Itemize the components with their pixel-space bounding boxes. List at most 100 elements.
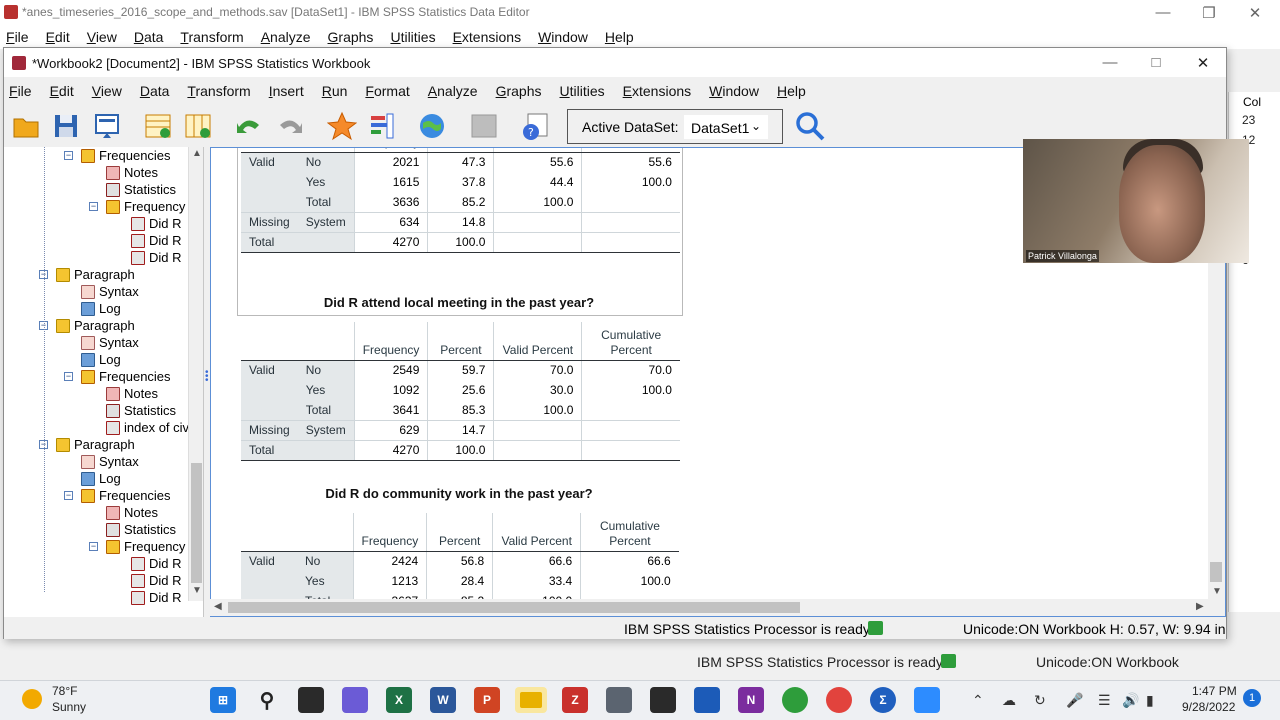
outline-item-did-r[interactable]: Did R xyxy=(131,555,182,572)
outline-item-notes[interactable]: Notes xyxy=(106,164,158,181)
front-menu-file[interactable]: File xyxy=(9,83,32,99)
back-menu-utilities[interactable]: Utilities xyxy=(390,29,435,45)
table-row[interactable]: Total 4270 100.0 xyxy=(241,439,680,461)
variables-icon[interactable] xyxy=(182,110,214,142)
front-menu-extensions[interactable]: Extensions xyxy=(623,83,692,99)
back-menu-transform[interactable]: Transform xyxy=(180,29,243,45)
blank-icon[interactable] xyxy=(468,110,500,142)
sticky-notes-icon[interactable] xyxy=(650,687,676,713)
whiteboard-icon[interactable] xyxy=(694,687,720,713)
weather-description[interactable]: Sunny xyxy=(52,700,86,714)
outline-item-syntax[interactable]: Syntax xyxy=(81,283,139,300)
outline-item-log[interactable]: Log xyxy=(81,470,121,487)
table-row[interactable]: Yes 1092 25.6 30.0 100.0 xyxy=(241,380,680,400)
table-row[interactable]: Valid No 2549 59.7 70.0 70.0 xyxy=(241,360,680,380)
outline-item-paragraph[interactable]: Paragraph xyxy=(56,436,135,453)
clock-date[interactable]: 9/28/2022 xyxy=(1182,700,1235,714)
back-menu-window[interactable]: Window xyxy=(538,29,588,45)
powerpoint-icon[interactable]: P xyxy=(474,687,500,713)
outline-item-syntax[interactable]: Syntax xyxy=(81,453,139,470)
back-menu-analyze[interactable]: Analyze xyxy=(261,29,311,45)
outline-item-did-r[interactable]: Did R xyxy=(131,589,182,606)
chrome-profile-icon[interactable] xyxy=(826,687,852,713)
table-row[interactable]: Yes 1213 28.4 33.4 100.0 xyxy=(241,571,679,591)
front-menu-edit[interactable]: Edit xyxy=(50,83,74,99)
save-icon[interactable] xyxy=(50,110,82,142)
outline-item-index-of-civ[interactable]: index of civ xyxy=(106,419,189,436)
chart-builder-icon[interactable] xyxy=(366,110,398,142)
front-menu-help[interactable]: Help xyxy=(777,83,806,99)
outline-item-statistics[interactable]: Statistics xyxy=(106,521,176,538)
table-row[interactable]: Missing System 629 14.7 xyxy=(241,419,680,440)
front-menu-transform[interactable]: Transform xyxy=(187,83,250,99)
frequency-table[interactable]: Frequency Percent Valid Percent Cumulative P… xyxy=(241,513,679,611)
collapse-toggle-icon[interactable]: − xyxy=(64,151,73,160)
content-hscroll-thumb[interactable] xyxy=(228,602,800,613)
open-icon[interactable] xyxy=(10,110,42,142)
chevron-up-icon[interactable]: ⌃ xyxy=(972,692,984,709)
search-icon[interactable] xyxy=(794,110,826,142)
globe-icon[interactable] xyxy=(416,110,448,142)
scroll-up-icon[interactable]: ▲ xyxy=(192,148,202,159)
outline-item-log[interactable]: Log xyxy=(81,351,121,368)
outline-item-frequency[interactable]: Frequency xyxy=(106,198,185,215)
back-menu-data[interactable]: Data xyxy=(134,29,164,45)
maximize-icon[interactable]: □ xyxy=(1133,50,1179,75)
zotero-icon[interactable]: Z xyxy=(562,687,588,713)
redo-icon[interactable] xyxy=(275,110,307,142)
front-menu-graphs[interactable]: Graphs xyxy=(496,83,542,99)
chat-icon[interactable] xyxy=(342,687,368,713)
minimize-icon[interactable]: — xyxy=(1087,50,1133,75)
data-view-icon[interactable] xyxy=(142,110,174,142)
collapse-toggle-icon[interactable]: − xyxy=(89,542,98,551)
cloud-icon[interactable]: ☁ xyxy=(1002,692,1016,709)
sun-icon[interactable] xyxy=(22,689,42,709)
frequency-table[interactable]: Frequency Percent Valid Percent Cumulative P… xyxy=(241,322,680,461)
outline-scroll-thumb[interactable] xyxy=(191,463,202,583)
outline-item-paragraph[interactable]: Paragraph xyxy=(56,317,135,334)
back-menu-extensions[interactable]: Extensions xyxy=(453,29,522,45)
outline-item-log[interactable]: Log xyxy=(81,300,121,317)
outline-item-did-r[interactable]: Did R xyxy=(131,249,182,266)
calculator-icon[interactable] xyxy=(606,687,632,713)
scroll-left-icon[interactable]: ◀ xyxy=(214,601,222,612)
collapse-toggle-icon[interactable]: − xyxy=(89,202,98,211)
back-menu-view[interactable]: View xyxy=(87,29,117,45)
outline-item-frequency[interactable]: Frequency xyxy=(106,538,185,555)
zoom-icon[interactable] xyxy=(914,687,940,713)
front-menu-data[interactable]: Data xyxy=(140,83,170,99)
outline-pane[interactable]: Frequencies − Notes Statistics Frequency − Did… xyxy=(4,147,204,617)
chrome-icon[interactable] xyxy=(782,687,808,713)
outline-vertical-scrollbar[interactable]: ▲ ▼ xyxy=(188,147,203,601)
volume-icon[interactable]: 🔊 xyxy=(1122,692,1139,709)
front-menu-format[interactable]: Format xyxy=(365,83,409,99)
scroll-down-icon[interactable]: ▼ xyxy=(1212,586,1222,597)
minimize-icon[interactable]: — xyxy=(1140,0,1186,25)
onenote-icon[interactable]: N xyxy=(738,687,764,713)
front-menu-analyze[interactable]: Analyze xyxy=(428,83,478,99)
scroll-down-icon[interactable]: ▼ xyxy=(192,585,202,596)
outline-item-frequencies[interactable]: Frequencies xyxy=(81,147,171,164)
weather-temperature[interactable]: 78°F xyxy=(52,684,77,698)
outline-item-did-r[interactable]: Did R xyxy=(131,215,182,232)
back-menu-edit[interactable]: Edit xyxy=(46,29,70,45)
outline-item-syntax[interactable]: Syntax xyxy=(81,334,139,351)
front-menu-run[interactable]: Run xyxy=(322,83,348,99)
front-menu-utilities[interactable]: Utilities xyxy=(560,83,605,99)
outline-item-statistics[interactable]: Statistics xyxy=(106,181,176,198)
collapse-toggle-icon[interactable]: − xyxy=(64,491,73,500)
content-scroll-thumb[interactable] xyxy=(1210,562,1222,582)
outline-item-did-r[interactable]: Did R xyxy=(131,572,182,589)
sync-icon[interactable]: ↻ xyxy=(1034,692,1046,709)
back-menu-help[interactable]: Help xyxy=(605,29,634,45)
file-explorer-icon[interactable] xyxy=(515,687,547,713)
front-menu-insert[interactable]: Insert xyxy=(269,83,304,99)
restore-icon[interactable]: ❐ xyxy=(1186,0,1232,25)
front-menu-window[interactable]: Window xyxy=(709,83,759,99)
star-icon[interactable] xyxy=(326,110,358,142)
outline-item-paragraph[interactable]: Paragraph xyxy=(56,266,135,283)
notification-badge[interactable]: 1 xyxy=(1243,689,1261,707)
search-icon[interactable]: ⚲ xyxy=(254,687,280,713)
content-horizontal-scrollbar[interactable]: ◀ ▶ xyxy=(210,599,1209,616)
word-icon[interactable]: W xyxy=(430,687,456,713)
